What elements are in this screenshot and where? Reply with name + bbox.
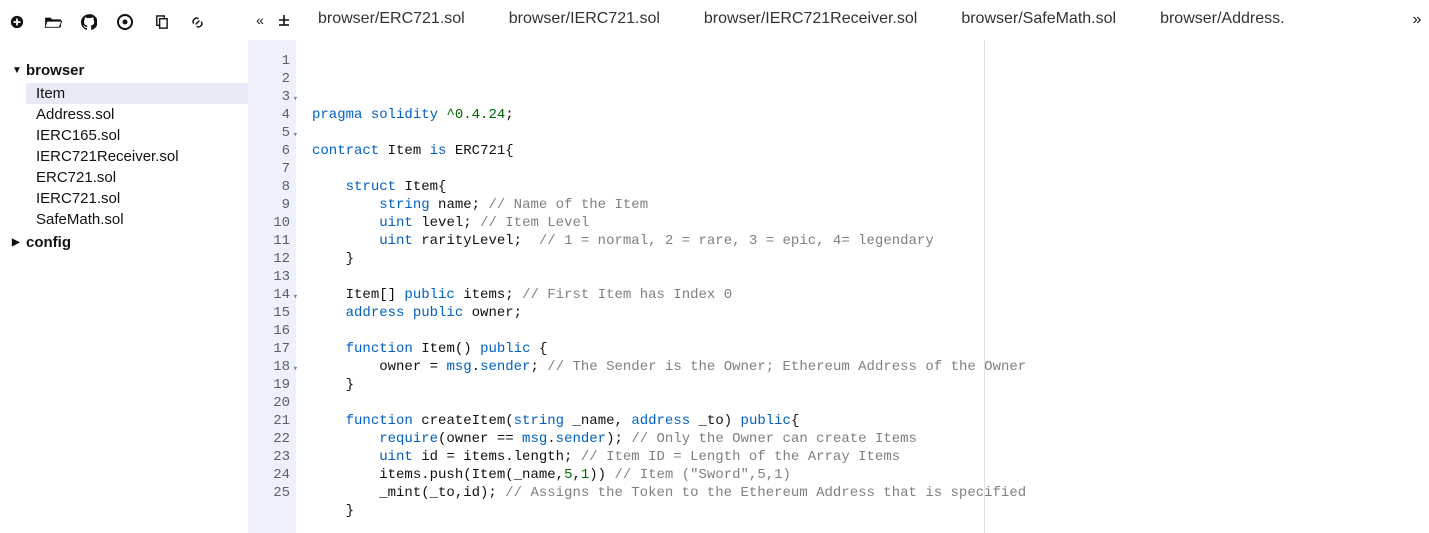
copy-icon[interactable]	[152, 13, 170, 31]
gutter-line: 8	[248, 178, 296, 196]
gutter-line: 12	[248, 250, 296, 268]
file-panel: ▼browserItemAddress.solIERC165.solIERC72…	[0, 0, 248, 533]
gutter-line: 9	[248, 196, 296, 214]
folder-open-icon[interactable]	[44, 13, 62, 31]
code-editor[interactable]: 123▾45▾67891011121314▾15161718▾192021222…	[248, 40, 1429, 533]
editor-panel: « browser/ERC721.solbrowser/IERC721.solb…	[248, 0, 1429, 533]
gutter-line: 13	[248, 268, 296, 286]
editor-tab[interactable]: browser/IERC721Receiver.sol	[682, 0, 939, 40]
gutter-line: 17	[248, 340, 296, 358]
code-line[interactable]: owner = msg.sender; // The Sender is the…	[312, 358, 1429, 376]
tabs-scroll-left-icon[interactable]: «	[248, 0, 272, 40]
gutter-line: 2	[248, 70, 296, 88]
github-icon[interactable]	[80, 13, 98, 31]
code-line[interactable]: contract Item is ERC721{	[312, 142, 1429, 160]
gutter-line: 6	[248, 142, 296, 160]
tree-folder-browser[interactable]: ▼ browser	[0, 58, 248, 83]
code-line[interactable]: }	[312, 502, 1429, 520]
gutter-line: 3▾	[248, 88, 296, 106]
code-line[interactable]: }	[312, 376, 1429, 394]
file-toolbar	[0, 0, 248, 40]
gutter-line: 18▾	[248, 358, 296, 376]
tree-folder-label: browser	[26, 62, 84, 79]
code-line[interactable]: string name; // Name of the Item	[312, 196, 1429, 214]
gutter-line: 11	[248, 232, 296, 250]
tabs: browser/ERC721.solbrowser/IERC721.solbro…	[296, 0, 1429, 40]
code-line[interactable]	[312, 124, 1429, 142]
caret-right-icon: ▶	[12, 237, 22, 248]
tree-item[interactable]: IERC721Receiver.sol	[26, 146, 248, 167]
link-icon[interactable]	[188, 13, 206, 31]
caret-down-icon: ▼	[12, 65, 22, 76]
editor-tab[interactable]: browser/IERC721.sol	[487, 0, 682, 40]
gutter: 123▾45▾67891011121314▾15161718▾192021222…	[248, 40, 296, 533]
gutter-line: 1	[248, 52, 296, 70]
tree-item[interactable]: IERC165.sol	[26, 125, 248, 146]
file-tree: ▼browserItemAddress.solIERC165.solIERC72…	[0, 40, 248, 255]
gutter-line: 4	[248, 106, 296, 124]
tree-item[interactable]: Item	[26, 83, 248, 104]
gutter-line: 22	[248, 430, 296, 448]
tabs-scroll-right-icon[interactable]: »	[1405, 0, 1429, 40]
code-line[interactable]: uint id = items.length; // Item ID = Len…	[312, 448, 1429, 466]
gutter-line: 5▾	[248, 124, 296, 142]
gutter-line: 25	[248, 484, 296, 502]
code-line[interactable]: function createItem(string _name, addres…	[312, 412, 1429, 430]
gutter-line: 19	[248, 376, 296, 394]
code-line[interactable]: require(owner == msg.sender); // Only th…	[312, 430, 1429, 448]
code-line[interactable]	[312, 520, 1429, 533]
code-line[interactable]	[312, 268, 1429, 286]
tree-folder-config[interactable]: ▶ config	[0, 230, 248, 255]
gutter-line: 21	[248, 412, 296, 430]
code-line[interactable]: struct Item{	[312, 178, 1429, 196]
code-area[interactable]: pragma solidity ^0.4.24; contract Item is…	[296, 40, 1429, 533]
tree-item[interactable]: Address.sol	[26, 104, 248, 125]
new-tab-icon[interactable]	[272, 0, 296, 40]
code-line[interactable]	[312, 322, 1429, 340]
print-margin	[984, 40, 985, 533]
gutter-line: 14▾	[248, 286, 296, 304]
tab-bar: « browser/ERC721.solbrowser/IERC721.solb…	[248, 0, 1429, 40]
code-line[interactable]: _mint(_to,id); // Assigns the Token to t…	[312, 484, 1429, 502]
editor-tab[interactable]: browser/ERC721.sol	[296, 0, 487, 40]
editor-tab[interactable]: browser/Address.	[1138, 0, 1307, 40]
gutter-line: 10	[248, 214, 296, 232]
code-line[interactable]: Item[] public items; // First Item has I…	[312, 286, 1429, 304]
tree-item[interactable]: SafeMath.sol	[26, 209, 248, 230]
code-line[interactable]	[312, 160, 1429, 178]
code-line[interactable]: address public owner;	[312, 304, 1429, 322]
gutter-line: 7	[248, 160, 296, 178]
tree-item[interactable]: IERC721.sol	[26, 188, 248, 209]
github-gist-icon[interactable]	[116, 13, 134, 31]
tree-folder-label: config	[26, 234, 71, 251]
tree-item[interactable]: ERC721.sol	[26, 167, 248, 188]
code-line[interactable]: items.push(Item(_name,5,1)) // Item ("Sw…	[312, 466, 1429, 484]
new-file-icon[interactable]	[8, 13, 26, 31]
gutter-line: 24	[248, 466, 296, 484]
gutter-line: 16	[248, 322, 296, 340]
editor-tab[interactable]: browser/SafeMath.sol	[939, 0, 1138, 40]
code-line[interactable]: pragma solidity ^0.4.24;	[312, 106, 1429, 124]
code-line[interactable]	[312, 394, 1429, 412]
code-line[interactable]: }	[312, 250, 1429, 268]
code-line[interactable]: function Item() public {	[312, 340, 1429, 358]
gutter-line: 20	[248, 394, 296, 412]
code-line[interactable]: uint rarityLevel; // 1 = normal, 2 = rar…	[312, 232, 1429, 250]
code-line[interactable]: uint level; // Item Level	[312, 214, 1429, 232]
gutter-line: 15	[248, 304, 296, 322]
gutter-line: 23	[248, 448, 296, 466]
